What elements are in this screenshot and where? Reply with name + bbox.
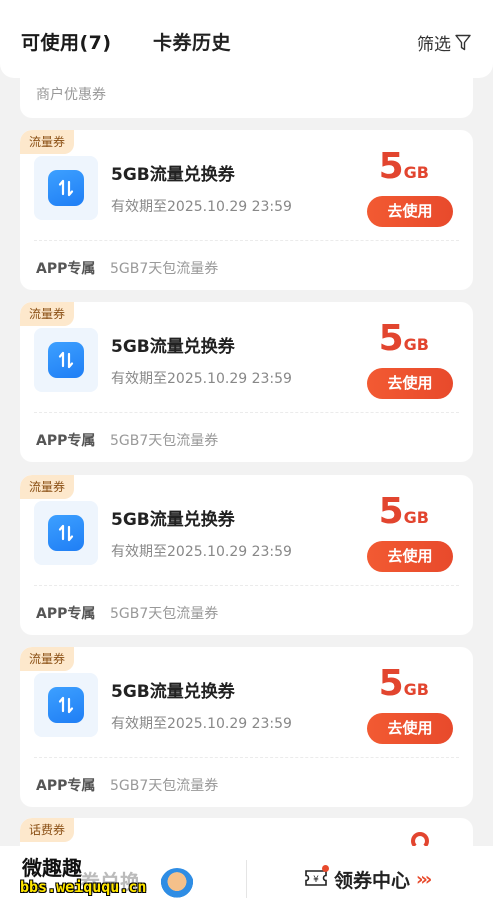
coupon-expiry: 有效期至2025.10.29 23:59 (111, 716, 292, 732)
coupon-tag: 话费券 (20, 818, 75, 842)
coupon-expiry: 有效期至2025.10.29 23:59 (111, 199, 292, 215)
coupon-description: 5GB7天包流量券 (110, 433, 219, 449)
coupon-scope-label: APP专属 (36, 433, 96, 449)
coupon-description: 5GB7天包流量券 (110, 778, 219, 794)
coupon-tag: 流量券 (20, 647, 75, 671)
coupon-center-button[interactable]: ¥ 领券中心 ››› (304, 864, 432, 893)
coupon-amount: 5GB (379, 663, 429, 704)
tab-history[interactable]: 卡券历史 (153, 28, 231, 55)
watermark-mascot-icon (160, 868, 194, 902)
divider (34, 585, 459, 586)
coupon-amount-unit: GB (403, 335, 429, 354)
funnel-icon (455, 34, 471, 51)
bottom-action-bar: 券兑换 微趣趣 bbs.weiququ.cn ¥ 领券中心 ››› (0, 846, 493, 920)
coupon-icon-box (34, 328, 98, 392)
divider (34, 412, 459, 413)
coupon-amount-value: 5 (378, 146, 404, 187)
merchant-coupon-label: 商户优惠券 (36, 87, 106, 103)
coupon-icon-box (34, 501, 98, 565)
coupon-title: 5GB流量兑换券 (111, 682, 235, 702)
coupon-amount: 5GB (379, 146, 429, 187)
merchant-coupon-section: 商户优惠券 (20, 70, 473, 118)
data-transfer-icon (48, 687, 84, 723)
coupon-scope-label: APP专属 (36, 606, 96, 622)
coupon-description: 5GB7天包流量券 (110, 606, 219, 622)
coupon-title: 5GB流量兑换券 (111, 510, 235, 530)
coupon-title: 5GB流量兑换券 (111, 337, 235, 357)
triple-chevron-right-icon: ››› (416, 869, 432, 890)
coupon-amount-value: 5 (378, 663, 404, 704)
coupon-tag: 流量券 (20, 130, 75, 154)
coupon-icon-box (34, 673, 98, 737)
coupon-amount-unit: GB (403, 163, 429, 182)
coupon-center-label: 领券中心 (334, 870, 411, 892)
top-tab-bar: 可使用(7) 卡券历史 筛选 (0, 0, 493, 78)
coupon-scope-label: APP专属 (36, 261, 96, 277)
ticket-icon: ¥ (304, 864, 329, 892)
data-transfer-icon (48, 170, 84, 206)
coupon-expiry: 有效期至2025.10.29 23:59 (111, 371, 292, 387)
coupon-card: 流量券 5GB流量兑换券 有效期至2025.10.29 23:59 5GB 去使… (20, 647, 473, 807)
coupon-card: 流量券 5GB流量兑换券 有效期至2025.10.29 23:59 5GB 去使… (20, 475, 473, 635)
svg-text:¥: ¥ (313, 875, 319, 885)
data-transfer-icon (48, 342, 84, 378)
coupon-tag: 流量券 (20, 475, 75, 499)
coupon-amount-value: 5 (378, 491, 404, 532)
coupon-tag: 流量券 (20, 302, 75, 326)
divider (34, 757, 459, 758)
coupon-amount-unit: GB (403, 508, 429, 527)
coupon-expiry: 有效期至2025.10.29 23:59 (111, 544, 292, 560)
coupon-amount-value: 5 (378, 318, 404, 359)
divider (246, 860, 247, 898)
coupon-description: 5GB7天包流量券 (110, 261, 219, 277)
watermark-url: bbs.weiququ.cn (20, 878, 147, 896)
filter-label: 筛选 (417, 35, 451, 55)
watermark-text: 微趣趣 (22, 856, 82, 880)
coupon-card: 流量券 5GB流量兑换券 有效期至2025.10.29 23:59 5GB 去使… (20, 130, 473, 290)
coupon-scope-label: APP专属 (36, 778, 96, 794)
coupon-icon-box (34, 156, 98, 220)
coupon-amount: 5GB (379, 491, 429, 532)
use-coupon-button[interactable]: 去使用 (367, 541, 453, 572)
use-coupon-button[interactable]: 去使用 (367, 196, 453, 227)
coupon-card: 流量券 5GB流量兑换券 有效期至2025.10.29 23:59 5GB 去使… (20, 302, 473, 462)
divider (34, 240, 459, 241)
coupon-title: 5GB流量兑换券 (111, 165, 235, 185)
use-coupon-button[interactable]: 去使用 (367, 368, 453, 399)
use-coupon-button[interactable]: 去使用 (367, 713, 453, 744)
tab-available[interactable]: 可使用(7) (21, 28, 112, 55)
notification-dot (322, 864, 329, 872)
data-transfer-icon (48, 515, 84, 551)
coupon-amount: 5GB (379, 318, 429, 359)
coupon-amount-unit: GB (403, 680, 429, 699)
filter-button[interactable]: 筛选 (417, 30, 471, 55)
